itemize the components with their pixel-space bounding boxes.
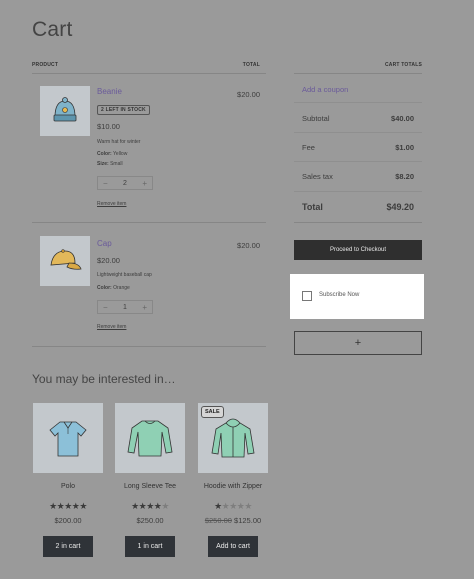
hoodie-icon: [211, 418, 255, 458]
rating-stars: ★★★★★: [214, 501, 252, 511]
item-name-link[interactable]: Cap: [97, 239, 112, 248]
proceed-to-checkout-button[interactable]: Proceed to Checkout: [294, 240, 422, 260]
stock-badge: 2 LEFT IN STOCK: [97, 105, 150, 115]
divider: [294, 161, 422, 162]
subtotal-label: Subtotal: [302, 114, 330, 123]
meta-value: Orange: [113, 285, 130, 291]
subscribe-box: Subscribe Now: [290, 274, 424, 319]
meta-key: Size:: [97, 161, 109, 167]
long-sleeve-tee-icon: [127, 420, 173, 457]
divider: [294, 73, 422, 74]
sale-badge: SALE: [201, 406, 224, 418]
divider: [32, 73, 266, 74]
decrease-button[interactable]: −: [103, 303, 108, 312]
meta-value: Small: [110, 161, 123, 167]
item-line-total: $20.00: [237, 90, 260, 99]
sale-price: $125.00: [234, 516, 262, 525]
product-card-polo: Polo ★★★★★ $200.00 2 in cart: [33, 403, 103, 557]
divider: [294, 102, 422, 103]
quantity-value[interactable]: 2: [123, 180, 127, 187]
cap-thumbnail[interactable]: [40, 236, 90, 286]
divider: [32, 222, 266, 223]
beanie-thumbnail[interactable]: [40, 86, 90, 136]
divider: [294, 222, 422, 223]
cart-totals-heading: CART TOTALS: [384, 62, 422, 68]
rating-stars: ★★★★★: [49, 501, 87, 511]
fee-value: $1.00: [395, 143, 414, 152]
product-name[interactable]: Long Sleeve Tee: [115, 483, 185, 490]
cap-icon: [50, 249, 82, 270]
item-price: $10.00: [97, 122, 120, 131]
meta-value: Yellow: [113, 151, 128, 157]
total-value: $49.20: [386, 202, 414, 212]
subscribe-checkbox[interactable]: [302, 291, 312, 301]
rating-stars: ★★★★★: [131, 501, 169, 511]
fee-label: Fee: [302, 143, 315, 152]
sales-tax-value: $8.20: [395, 172, 414, 181]
divider: [32, 346, 266, 347]
quantity-stepper: − 2 +: [97, 176, 153, 190]
sales-tax-label: Sales tax: [302, 172, 333, 181]
column-total: TOTAL: [242, 62, 260, 68]
add-coupon-link[interactable]: Add a coupon: [302, 85, 348, 94]
item-meta-color: Color: Orange: [97, 285, 130, 291]
in-cart-button[interactable]: 2 in cart: [43, 536, 93, 557]
product-image[interactable]: SALE: [198, 403, 268, 473]
product-card-long-sleeve-tee: Long Sleeve Tee ★★★★★ $250.00 1 in cart: [115, 403, 185, 557]
column-product: PRODUCT: [32, 62, 59, 68]
remove-item-link[interactable]: Remove item: [97, 201, 126, 207]
divider: [294, 191, 422, 192]
subscribe-label[interactable]: Subscribe Now: [319, 292, 359, 298]
item-line-total: $20.00: [237, 241, 260, 250]
cart-item-beanie: Beanie $20.00 2 LEFT IN STOCK $10.00 War…: [32, 86, 266, 216]
item-price: $20.00: [97, 256, 120, 265]
polo-shirt-icon: [49, 421, 87, 457]
cart-page: Cart PRODUCT TOTAL Beanie $20.00 2 LEFT …: [0, 0, 474, 579]
remove-item-link[interactable]: Remove item: [97, 324, 126, 330]
product-price: $250.00: [136, 516, 164, 525]
item-name-link[interactable]: Beanie: [97, 87, 122, 96]
product-price: $250.00 $125.00: [198, 516, 268, 525]
product-image[interactable]: [115, 403, 185, 473]
divider: [294, 132, 422, 133]
page-title: Cart: [32, 18, 73, 41]
in-cart-button[interactable]: 1 in cart: [125, 536, 175, 557]
subtotal-value: $40.00: [391, 114, 414, 123]
total-label: Total: [302, 202, 323, 212]
related-products-title: You may be interested in…: [32, 372, 176, 386]
increase-button[interactable]: +: [142, 303, 147, 312]
item-meta-size: Size: Small: [97, 161, 123, 167]
decrease-button[interactable]: −: [103, 179, 108, 188]
add-block-button[interactable]: +: [294, 331, 422, 355]
meta-key: Color:: [97, 151, 112, 157]
cart-table-header: PRODUCT TOTAL: [32, 62, 260, 68]
add-to-cart-button[interactable]: Add to cart: [208, 536, 258, 557]
item-meta-color: Color: Yellow: [97, 151, 127, 157]
item-description: Lightweight baseball cap: [97, 272, 152, 278]
cart-totals: CART TOTALS: [294, 62, 422, 68]
quantity-value[interactable]: 1: [123, 304, 127, 311]
product-price: $200.00: [54, 516, 82, 525]
product-name[interactable]: Polo: [33, 483, 103, 490]
product-image[interactable]: [33, 403, 103, 473]
product-card-hoodie-with-zipper: SALE Hoodie with Zipper ★★★★★ $250.00 $1…: [198, 403, 268, 557]
beanie-icon: [53, 97, 77, 122]
increase-button[interactable]: +: [142, 179, 147, 188]
item-description: Warm hat for winter: [97, 139, 141, 145]
cart-item-cap: Cap $20.00 $20.00 Lightweight baseball c…: [32, 236, 266, 336]
meta-key: Color:: [97, 285, 112, 291]
old-price: $250.00: [204, 516, 232, 525]
product-name[interactable]: Hoodie with Zipper: [198, 483, 268, 490]
quantity-stepper: − 1 +: [97, 300, 153, 314]
